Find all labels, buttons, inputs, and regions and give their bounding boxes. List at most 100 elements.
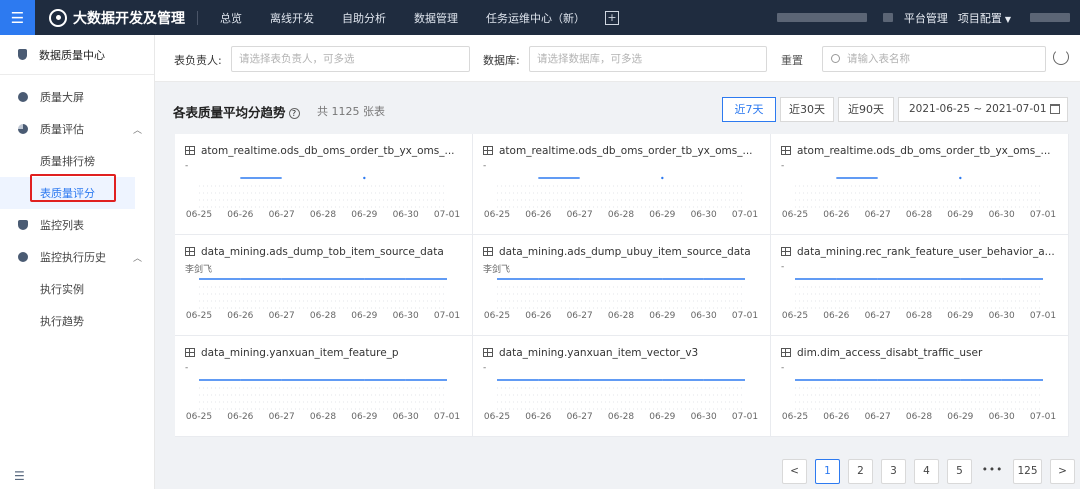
- table-icon: [781, 247, 791, 256]
- range-30d-button[interactable]: 近30天: [780, 97, 834, 122]
- x-tick-label: 06-30: [989, 210, 1015, 220]
- table-card[interactable]: atom_realtime.ods_db_oms_order_tb_yx_oms…: [771, 134, 1069, 235]
- project-config-dropdown[interactable]: 项目配置 ▼: [958, 10, 1011, 26]
- table-card[interactable]: data_mining.ads_dump_ubuy_item_source_da…: [473, 235, 771, 336]
- page-5-button[interactable]: 5: [947, 459, 972, 484]
- card-owner: -: [483, 161, 487, 171]
- x-tick-label: 06-29: [351, 412, 377, 422]
- next-page-button[interactable]: >: [1050, 459, 1075, 484]
- page-last-button[interactable]: 125: [1013, 459, 1042, 484]
- sidebar-header-label: 数据质量中心: [39, 48, 105, 62]
- owner-select[interactable]: 请选择表负责人，可多选: [231, 46, 470, 72]
- sidebar-item-exec-trend[interactable]: 执行趋势: [0, 305, 154, 337]
- card-title-text: data_mining.ads_dump_tob_item_source_dat…: [201, 246, 444, 258]
- nav-task-ops[interactable]: 任务运维中心（新）: [486, 10, 585, 26]
- page-3-button[interactable]: 3: [881, 459, 906, 484]
- refresh-icon[interactable]: [1053, 49, 1069, 65]
- pie-chart-icon: [18, 124, 28, 134]
- x-tick-label: 06-28: [906, 412, 932, 422]
- x-tick-label: 06-26: [823, 210, 849, 220]
- sidebar-item-label: 质量大屏: [40, 91, 84, 104]
- nav-divider: [197, 10, 198, 25]
- nav-overview[interactable]: 总览: [220, 10, 242, 26]
- range-7d-button[interactable]: 近7天: [722, 97, 776, 122]
- nav-offline-dev[interactable]: 离线开发: [270, 10, 314, 26]
- shield-icon: [18, 220, 28, 230]
- card-title: atom_realtime.ods_db_oms_order_tb_yx_oms…: [483, 145, 765, 157]
- calendar-icon: [1050, 104, 1060, 114]
- x-tick-label: 06-27: [865, 412, 891, 422]
- page-ellipsis[interactable]: •••: [980, 459, 1005, 484]
- pagination: < 1 2 3 4 5 ••• 125 >: [782, 459, 1080, 484]
- x-tick-label: 06-28: [608, 311, 634, 321]
- x-tick-label: 06-26: [227, 311, 253, 321]
- sidebar-item-quality-screen[interactable]: 质量大屏: [0, 81, 154, 113]
- sidebar-item-quality-eval[interactable]: 质量评估 ︿: [0, 113, 154, 145]
- table-card[interactable]: dim.dim_access_disabt_traffic_user - 06-25…: [771, 336, 1069, 437]
- x-tick-label: 06-28: [906, 210, 932, 220]
- card-title-text: data_mining.rec_rank_feature_user_behavi…: [797, 246, 1055, 258]
- table-icon: [483, 146, 493, 155]
- collapse-sidebar-icon[interactable]: ☰: [14, 469, 25, 483]
- sidebar-item-exec-instance[interactable]: 执行实例: [0, 273, 154, 305]
- menu-icon[interactable]: ☰: [0, 0, 35, 35]
- x-tick-label: 06-30: [989, 311, 1015, 321]
- card-title-text: data_mining.yanxuan_item_vector_v3: [499, 347, 699, 359]
- app-logo[interactable]: 大数据开发及管理: [49, 8, 185, 28]
- x-tick-label: 06-26: [823, 311, 849, 321]
- table-card[interactable]: atom_realtime.ods_db_oms_order_tb_yx_oms…: [473, 134, 771, 235]
- x-tick-label: 06-28: [310, 412, 336, 422]
- table-cards-grid: atom_realtime.ods_db_oms_order_tb_yx_oms…: [175, 134, 1072, 438]
- table-card[interactable]: atom_realtime.ods_db_oms_order_tb_yx_oms…: [175, 134, 473, 235]
- x-tick-label: 06-26: [227, 210, 253, 220]
- reset-button[interactable]: 重置: [781, 52, 803, 68]
- database-select[interactable]: 请选择数据库，可多选: [529, 46, 767, 72]
- x-tick-label: 06-26: [525, 311, 551, 321]
- x-tick-label: 06-27: [567, 210, 593, 220]
- x-tick-label: 06-30: [691, 311, 717, 321]
- table-icon: [185, 247, 195, 256]
- search-icon: [831, 54, 840, 63]
- page-1-button[interactable]: 1: [815, 459, 840, 484]
- x-tick-label: 07-01: [434, 311, 460, 321]
- nav-self-analysis[interactable]: 自助分析: [342, 10, 386, 26]
- x-tick-label: 06-29: [947, 412, 973, 422]
- page-4-button[interactable]: 4: [914, 459, 939, 484]
- x-tick-label: 06-27: [269, 311, 295, 321]
- help-icon[interactable]: ?: [288, 108, 300, 119]
- sidebar-item-quality-ranking[interactable]: 质量排行榜: [0, 145, 154, 177]
- x-tick-label: 06-30: [691, 210, 717, 220]
- card-title-text: atom_realtime.ods_db_oms_order_tb_yx_oms…: [201, 145, 455, 157]
- sidebar-item-monitor-history[interactable]: 监控执行历史 ︿: [0, 241, 154, 273]
- table-search-input[interactable]: 请输入表名称: [822, 46, 1046, 72]
- x-tick-label: 06-30: [393, 412, 419, 422]
- add-tab-icon[interactable]: +: [605, 10, 619, 25]
- table-card[interactable]: data_mining.yanxuan_item_vector_v3 - 06-25…: [473, 336, 771, 437]
- card-title: dim.dim_access_disabt_traffic_user: [781, 347, 1063, 359]
- section-title: 各表质量平均分趋势?: [173, 102, 300, 121]
- x-tick-label: 06-30: [393, 311, 419, 321]
- card-trend-chart: 06-25 06-26 06-27 06-28 06-29 06-30 07-01: [484, 176, 758, 220]
- x-tick-label: 06-28: [310, 311, 336, 321]
- x-tick-label: 06-28: [906, 311, 932, 321]
- date-range-picker[interactable]: 2021-06-25 ~ 2021-07-01: [898, 97, 1068, 122]
- prev-page-button[interactable]: <: [782, 459, 807, 484]
- page-2-button[interactable]: 2: [848, 459, 873, 484]
- x-tick-label: 06-28: [310, 210, 336, 220]
- platform-mgmt-link[interactable]: 平台管理: [904, 10, 948, 26]
- table-card[interactable]: data_mining.rec_rank_feature_user_behavi…: [771, 235, 1069, 336]
- range-90d-button[interactable]: 近90天: [838, 97, 894, 122]
- blurred-user-info: [776, 13, 867, 22]
- sidebar-item-label: 执行实例: [40, 283, 84, 296]
- blurred-avatar[interactable]: [1030, 13, 1070, 22]
- filter-bar: 表负责人: 请选择表负责人，可多选 数据库: 请选择数据库，可多选 重置 请输入…: [155, 35, 1080, 82]
- x-tick-label: 06-26: [525, 210, 551, 220]
- x-tick-label: 06-29: [947, 210, 973, 220]
- project-config-label: 项目配置: [957, 11, 1002, 25]
- table-icon: [483, 348, 493, 357]
- sidebar-item-monitor-list[interactable]: 监控列表: [0, 209, 154, 241]
- table-card[interactable]: data_mining.ads_dump_tob_item_source_dat…: [175, 235, 473, 336]
- table-icon: [185, 146, 195, 155]
- table-card[interactable]: data_mining.yanxuan_item_feature_p - 06-25…: [175, 336, 473, 437]
- nav-data-mgmt[interactable]: 数据管理: [414, 10, 458, 26]
